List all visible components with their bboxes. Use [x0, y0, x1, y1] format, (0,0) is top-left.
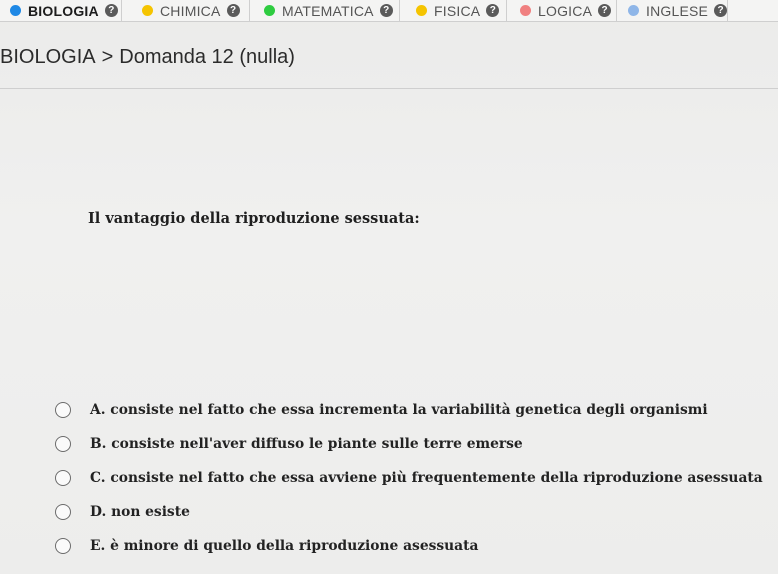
breadcrumb-subject[interactable]: BIOLOGIA	[0, 46, 96, 68]
tab-label: BIOLOGIA	[28, 2, 99, 19]
tab-matematica[interactable]: MATEMATICA ?	[250, 0, 400, 21]
option-label[interactable]: B. consiste nell'aver diffuso le piante …	[90, 436, 523, 452]
option-label[interactable]: E. è minore di quello della riproduzione…	[90, 538, 478, 554]
radio-button[interactable]	[55, 538, 71, 554]
breadcrumb: BIOLOGIA > Domanda 12 (nulla)	[0, 46, 295, 69]
radio-button[interactable]	[55, 504, 71, 520]
breadcrumb-separator: >	[101, 46, 114, 68]
tab-biologia[interactable]: BIOLOGIA ?	[0, 0, 122, 21]
option-label[interactable]: D. non esiste	[90, 504, 190, 520]
help-icon[interactable]: ?	[379, 4, 393, 17]
help-icon[interactable]: ?	[226, 4, 240, 17]
help-icon[interactable]: ?	[714, 4, 728, 17]
status-dot-icon	[416, 5, 427, 16]
option-d[interactable]: D. non esiste	[55, 495, 763, 529]
option-e[interactable]: E. è minore di quello della riproduzione…	[55, 529, 763, 563]
tab-label: CHIMICA	[160, 2, 221, 19]
status-dot-icon	[142, 5, 153, 16]
status-dot-icon	[10, 5, 21, 16]
tab-chimica[interactable]: CHIMICA ?	[122, 0, 250, 21]
help-icon[interactable]: ?	[486, 4, 500, 17]
radio-button[interactable]	[55, 402, 71, 418]
help-icon[interactable]: ?	[598, 4, 612, 17]
status-dot-icon	[520, 5, 531, 16]
tab-inglese[interactable]: INGLESE ?	[617, 0, 728, 21]
help-icon[interactable]: ?	[104, 4, 118, 17]
breadcrumb-current: Domanda 12 (nulla)	[119, 46, 295, 68]
tab-label: LOGICA	[538, 2, 593, 19]
status-dot-icon	[264, 5, 275, 16]
answer-options: A. consiste nel fatto che essa increment…	[55, 393, 763, 563]
tab-label: MATEMATICA	[282, 2, 374, 19]
option-label[interactable]: C. consiste nel fatto che essa avviene p…	[90, 470, 763, 486]
status-dot-icon	[628, 5, 639, 16]
subject-tab-bar: BIOLOGIA ? CHIMICA ? MATEMATICA ? FISICA…	[0, 0, 778, 22]
option-a[interactable]: A. consiste nel fatto che essa increment…	[55, 393, 763, 427]
radio-button[interactable]	[55, 436, 71, 452]
option-c[interactable]: C. consiste nel fatto che essa avviene p…	[55, 461, 763, 495]
tab-label: INGLESE	[646, 2, 709, 19]
option-b[interactable]: B. consiste nell'aver diffuso le piante …	[55, 427, 763, 461]
radio-button[interactable]	[55, 470, 71, 486]
header-divider	[0, 88, 778, 89]
tab-logica[interactable]: LOGICA ?	[507, 0, 617, 21]
tab-label: FISICA	[434, 2, 481, 19]
question-text: Il vantaggio della riproduzione sessuata…	[88, 210, 420, 227]
option-label[interactable]: A. consiste nel fatto che essa increment…	[90, 402, 708, 418]
tab-fisica[interactable]: FISICA ?	[400, 0, 507, 21]
